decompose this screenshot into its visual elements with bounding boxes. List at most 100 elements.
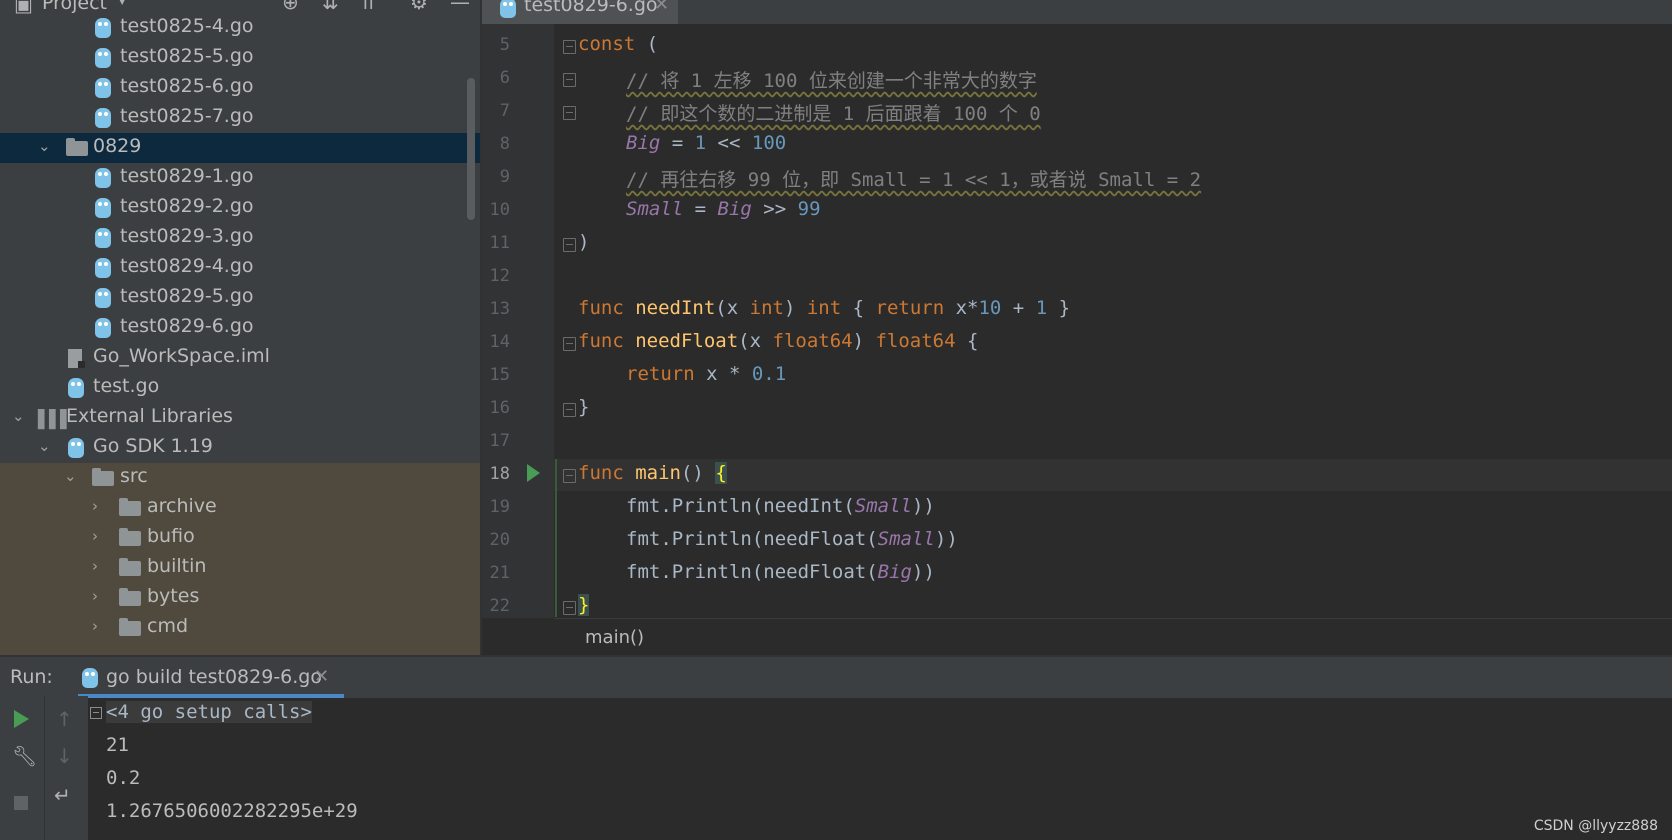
line-number: 22: [489, 596, 510, 616]
go-file-icon: [500, 0, 516, 18]
folder-icon: [66, 138, 88, 156]
tree-folder[interactable]: › bytes: [0, 583, 480, 613]
run-header: Run: go build test0829-6.go ✕: [0, 655, 1672, 698]
rerun-icon[interactable]: [14, 710, 29, 728]
tree-item-file[interactable]: test0829-4.go: [0, 253, 480, 283]
chevron-down-icon[interactable]: ⌄: [38, 437, 51, 455]
line-number: 19: [489, 497, 510, 517]
fold-marker-icon[interactable]: [563, 40, 576, 54]
project-title[interactable]: Project: [42, 0, 107, 14]
console-line: 1.2676506002282295e+29: [106, 800, 358, 822]
collapse-all-icon[interactable]: ⇈: [360, 0, 377, 14]
go-file-icon: [95, 258, 111, 278]
close-icon[interactable]: ✕: [654, 0, 669, 15]
code-line: fmt.Println(needFloat(Big)): [626, 561, 935, 583]
line-number: 13: [489, 299, 510, 319]
console-line: 21: [106, 734, 129, 756]
chevron-right-icon[interactable]: ›: [92, 497, 98, 515]
tree-item-file[interactable]: test0829-6.go: [0, 313, 480, 343]
chevron-right-icon[interactable]: ›: [92, 587, 98, 605]
tree-folder-0829[interactable]: ⌄ 0829: [0, 133, 480, 163]
go-file-icon: [95, 228, 111, 248]
chevron-right-icon[interactable]: ›: [92, 557, 98, 575]
tree-folder[interactable]: › archive: [0, 493, 480, 523]
line-number: 11: [489, 233, 510, 253]
stop-icon[interactable]: [14, 796, 28, 810]
code-line: fmt.Println(needInt(Small)): [626, 495, 935, 517]
folder-icon: [119, 618, 141, 636]
code-line: ): [578, 231, 590, 253]
line-number: 12: [489, 266, 510, 286]
folder-icon: [92, 468, 114, 486]
run-main-icon[interactable]: [527, 464, 540, 482]
tab-active-file[interactable]: test0829-6.go ✕: [482, 0, 678, 24]
go-file-icon: [95, 168, 111, 188]
chevron-down-icon[interactable]: ⌄: [12, 407, 25, 425]
expand-icon[interactable]: [90, 707, 102, 719]
project-panel: ▣ Project ▼ ⊕ ⇊ ⇈ ⚙ — test0825-4.go test…: [0, 0, 480, 655]
tree-item-file[interactable]: test0825-7.go: [0, 103, 480, 133]
vcs-change-marker: [555, 459, 557, 617]
tree-item-file[interactable]: Go_WorkSpace.iml: [0, 343, 480, 373]
run-tab[interactable]: go build test0829-6.go ✕: [78, 657, 344, 698]
code-line: // 即这个数的二进制是 1 后面跟着 100 个 0: [626, 103, 1041, 125]
code-line: func main() {: [578, 462, 727, 484]
code-line: Big = 1 << 100: [626, 132, 787, 154]
go-run-config-icon: [82, 668, 98, 688]
line-number: 14: [489, 332, 510, 352]
go-file-icon: [95, 288, 111, 308]
go-file-icon: [95, 198, 111, 218]
folder-icon: [119, 588, 141, 606]
code-line: fmt.Println(needFloat(Small)): [626, 528, 958, 550]
breadcrumb: main(): [554, 618, 1672, 656]
line-number: 20: [489, 530, 510, 550]
tree-item-file[interactable]: test0825-6.go: [0, 73, 480, 103]
line-number: 17: [489, 431, 510, 451]
tree-item-file[interactable]: test0829-2.go: [0, 193, 480, 223]
soft-wrap-icon[interactable]: ↵: [54, 783, 71, 807]
tree-folder-partial: [0, 643, 480, 655]
console-output[interactable]: <4 go setup calls> 21 0.2 1.267650600228…: [88, 696, 1672, 840]
code-line: }: [578, 396, 590, 418]
close-icon[interactable]: ✕: [314, 666, 329, 687]
fold-marker-icon[interactable]: [563, 469, 576, 483]
line-number: 9: [499, 167, 510, 187]
tree-item-file[interactable]: test0829-1.go: [0, 163, 480, 193]
locate-icon[interactable]: ⊕: [282, 0, 299, 14]
chevron-down-icon[interactable]: ⌄: [38, 137, 51, 155]
tree-item-file[interactable]: test0829-5.go: [0, 283, 480, 313]
fold-marker-icon[interactable]: [563, 73, 576, 87]
project-scrollbar[interactable]: [467, 78, 475, 220]
tree-item-file[interactable]: test.go: [0, 373, 480, 403]
editor-tab-bar: test0829-6.go ✕: [482, 0, 1672, 24]
fold-marker-icon[interactable]: [563, 337, 576, 351]
gear-icon[interactable]: ⚙: [410, 0, 428, 14]
tree-external-libraries[interactable]: ⌄ ▌▌▌ External Libraries: [0, 403, 480, 433]
console-line: <4 go setup calls>: [106, 701, 312, 723]
tree-folder[interactable]: › cmd: [0, 613, 480, 643]
tree-go-sdk[interactable]: ⌄ Go SDK 1.19: [0, 433, 480, 463]
chevron-right-icon[interactable]: ›: [92, 527, 98, 545]
module-file-icon: [68, 349, 85, 368]
tree-folder[interactable]: › builtin: [0, 553, 480, 583]
tree-item-file[interactable]: test0825-4.go: [0, 13, 480, 43]
fold-marker-icon[interactable]: [563, 106, 576, 120]
chevron-down-icon[interactable]: ▼: [116, 0, 128, 7]
line-number: 15: [489, 365, 510, 385]
tree-folder-src[interactable]: ⌄ src: [0, 463, 480, 493]
arrow-down-icon[interactable]: ↓: [56, 744, 73, 768]
fold-marker-icon[interactable]: [563, 403, 576, 417]
chevron-down-icon[interactable]: ⌄: [64, 467, 77, 485]
arrow-up-icon[interactable]: ↑: [56, 707, 73, 731]
tree-item-file[interactable]: test0825-5.go: [0, 43, 480, 73]
expand-all-icon[interactable]: ⇊: [322, 0, 339, 14]
breadcrumb-item[interactable]: main(): [585, 627, 644, 648]
go-file-icon: [95, 18, 111, 38]
tree-folder[interactable]: › bufio: [0, 523, 480, 553]
chevron-right-icon[interactable]: ›: [92, 617, 98, 635]
wrench-icon[interactable]: 🔧︎: [12, 744, 37, 768]
tree-item-file[interactable]: test0829-3.go: [0, 223, 480, 253]
fold-marker-icon[interactable]: [563, 238, 576, 252]
minimize-icon[interactable]: —: [450, 0, 470, 14]
fold-marker-icon[interactable]: [563, 601, 576, 615]
